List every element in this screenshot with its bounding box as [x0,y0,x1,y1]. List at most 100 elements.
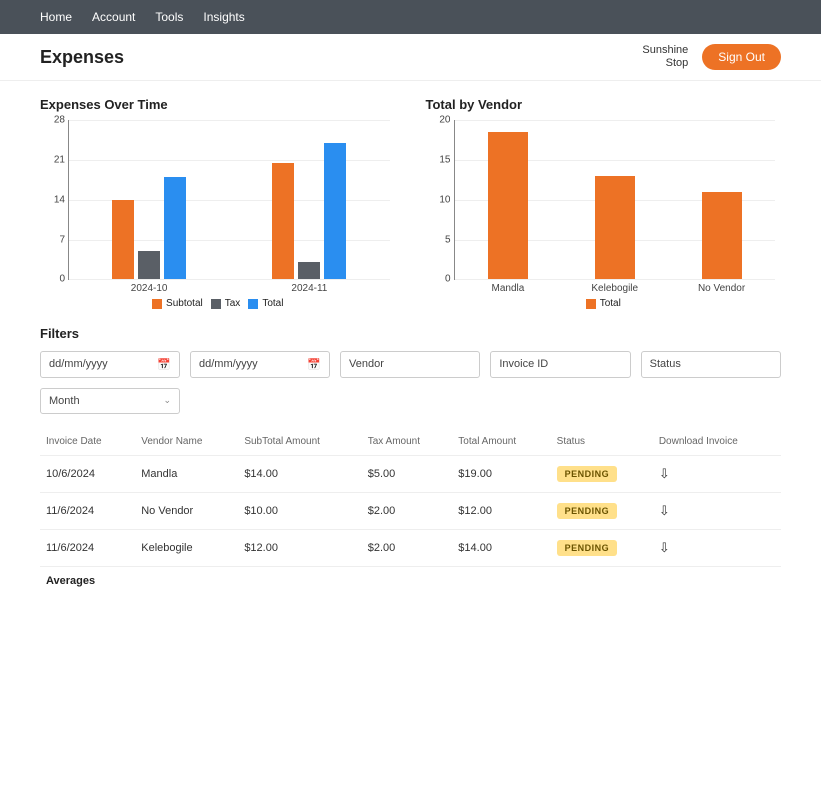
sign-out-button[interactable]: Sign Out [702,44,781,70]
filter-vendor[interactable]: Vendor [340,351,480,378]
filter-invoice-id[interactable]: Invoice ID [490,351,630,378]
cell-tax: $2.00 [362,492,453,529]
legend-item: Tax [211,298,241,309]
cell-status: PENDING [551,529,653,566]
chart-total-by-vendor: Total by Vendor 0 5 10 15 20 MandlaKelebogile… [426,91,782,312]
cell-total: $19.00 [452,455,550,492]
table-row: 10/6/2024Mandla$14.00$5.00$19.00PENDING⇩ [40,455,781,492]
bar [702,192,742,279]
chart1-legend: Subtotal Tax Total [40,298,396,312]
legend-item: Total [248,298,283,309]
nav-insights[interactable]: Insights [203,10,244,24]
cell-subtotal: $12.00 [238,529,361,566]
cell-total: $14.00 [452,529,550,566]
cell-status: PENDING [551,492,653,529]
ytick: 10 [427,194,451,205]
calendar-icon: 📅 [157,358,171,371]
cell-subtotal: $14.00 [238,455,361,492]
th-download[interactable]: Download Invoice [653,428,781,456]
legend-label: Total [262,298,283,309]
chart1-title: Expenses Over Time [40,97,396,112]
download-icon[interactable]: ⇩ [659,540,670,555]
legend-label: Total [600,298,621,309]
chart2-title: Total by Vendor [426,97,782,112]
cell-status: PENDING [551,455,653,492]
filters-title: Filters [40,326,781,341]
bar [324,143,346,279]
th-total[interactable]: Total Amount [452,428,550,456]
th-tax[interactable]: Tax Amount [362,428,453,456]
download-icon[interactable]: ⇩ [659,503,670,518]
cell-download: ⇩ [653,529,781,566]
th-status[interactable]: Status [551,428,653,456]
calendar-icon: 📅 [307,358,321,371]
filter-group-by[interactable]: Month ⌄ [40,388,180,414]
cell-download: ⇩ [653,455,781,492]
user-label: Sunshine Stop [642,44,688,70]
cell-download: ⇩ [653,492,781,529]
page-header: Expenses Sunshine Stop Sign Out [0,34,821,81]
th-vendor-name[interactable]: Vendor Name [135,428,238,456]
th-invoice-date[interactable]: Invoice Date [40,428,135,456]
nav-home[interactable]: Home [40,10,72,24]
chart-expenses-over-time: Expenses Over Time 071421282024-102024-1… [40,91,396,312]
bar [164,177,186,279]
chart2-legend: Total [426,298,782,312]
legend-swatch [248,299,258,309]
cell-tax: $2.00 [362,529,453,566]
navbar: Home Account Tools Insights [0,0,821,34]
legend-swatch [211,299,221,309]
xlabel: Kelebogile [561,279,668,294]
filter-invoice-placeholder: Invoice ID [499,358,548,370]
xlabel: 2024-10 [69,279,229,294]
bar [112,200,134,280]
cell-subtotal: $10.00 [238,492,361,529]
cell-date: 11/6/2024 [40,529,135,566]
ytick: 21 [41,155,65,166]
legend-item: Total [586,298,621,309]
cell-vendor: Mandla [135,455,238,492]
legend-swatch [586,299,596,309]
date-to-value: dd/mm/yyyy [199,358,258,370]
legend-swatch [152,299,162,309]
bar [488,132,528,279]
cell-tax: $5.00 [362,455,453,492]
page-title: Expenses [40,47,124,68]
ytick: 20 [427,115,451,126]
ytick: 5 [427,234,451,245]
filter-vendor-placeholder: Vendor [349,358,384,370]
cell-total: $12.00 [452,492,550,529]
nav-tools[interactable]: Tools [155,10,183,24]
bar [595,176,635,279]
xlabel: No Vendor [668,279,775,294]
user-line1: Sunshine [642,44,688,57]
chevron-down-icon: ⌄ [163,395,171,406]
th-subtotal[interactable]: SubTotal Amount [238,428,361,456]
legend-label: Subtotal [166,298,203,309]
status-badge: PENDING [557,466,618,482]
download-icon[interactable]: ⇩ [659,466,670,481]
ytick: 0 [427,274,451,285]
bar [298,262,320,279]
xlabel: 2024-11 [229,279,389,294]
bar [138,251,160,279]
group-by-value: Month [49,395,80,407]
nav-account[interactable]: Account [92,10,135,24]
filter-date-from[interactable]: dd/mm/yyyy 📅 [40,351,180,378]
filter-status[interactable]: Status [641,351,781,378]
table-row: 11/6/2024No Vendor$10.00$2.00$12.00 PENDI… [40,492,781,529]
expenses-table: Invoice Date Vendor Name SubTotal Amount… [40,428,781,567]
legend-label: Tax [225,298,241,309]
ytick: 28 [41,115,65,126]
cell-date: 11/6/2024 [40,492,135,529]
ytick: 15 [427,155,451,166]
ytick: 0 [41,274,65,285]
cell-vendor: No Vendor [135,492,238,529]
filter-date-to[interactable]: dd/mm/yyyy 📅 [190,351,330,378]
status-badge: PENDING [557,540,618,556]
averages-row: Averages [40,567,781,595]
xlabel: Mandla [455,279,562,294]
user-line2: Stop [642,57,688,70]
ytick: 7 [41,234,65,245]
status-badge: PENDING [557,503,618,519]
